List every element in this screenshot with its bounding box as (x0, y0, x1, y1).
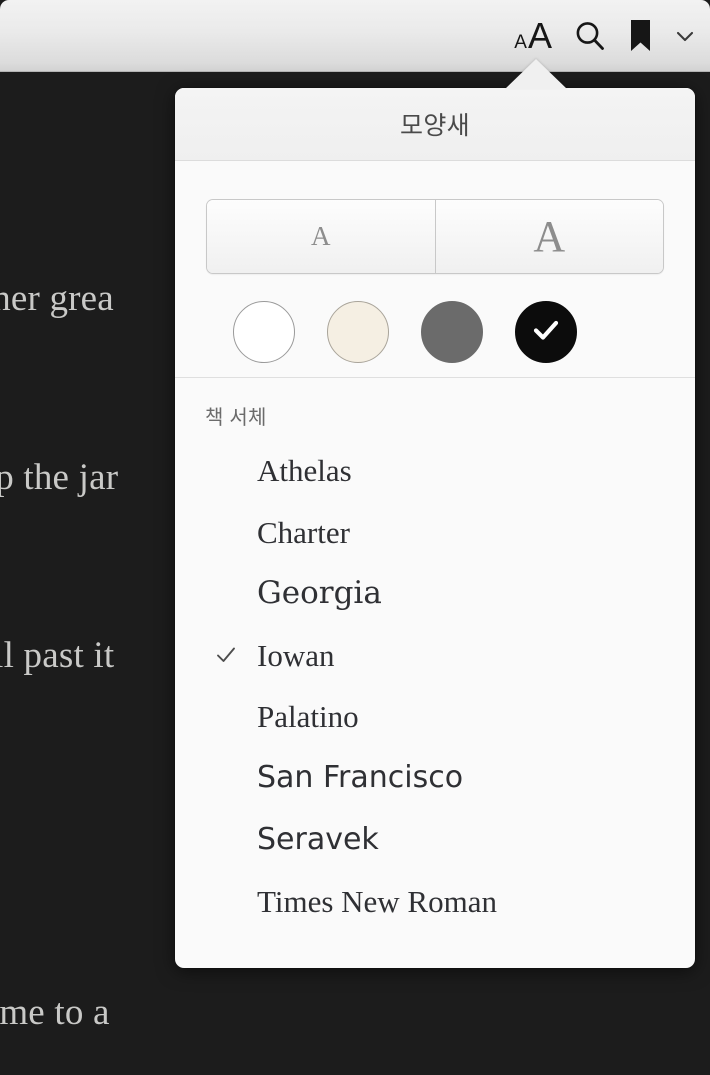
font-list-item-san-francisco[interactable]: San Francisco (175, 748, 695, 810)
popover-title: 모양새 (400, 112, 470, 140)
font-name-label: Georgia (257, 575, 382, 612)
theme-swatch-row (175, 274, 695, 366)
decrease-font-size-label: A (311, 221, 331, 251)
chevron-down-icon (674, 25, 696, 47)
font-list-item-charter[interactable]: Charter (175, 502, 695, 564)
font-size-button[interactable]: A A (514, 18, 552, 54)
font-selected-check-icon (216, 645, 236, 665)
font-name-label: Palatino (257, 699, 359, 735)
decrease-font-size-button[interactable]: A (207, 200, 435, 273)
font-name-label: Times New Roman (257, 883, 497, 919)
font-list-item-palatino[interactable]: Palatino (175, 686, 695, 748)
theme-swatch-sepia[interactable] (327, 301, 389, 363)
theme-swatch-gray[interactable] (421, 301, 483, 363)
font-name-label: San Francisco (257, 760, 464, 796)
bookmark-button[interactable] (628, 19, 653, 53)
font-name-label: Athelas (257, 453, 352, 489)
increase-font-size-button[interactable]: A (434, 200, 663, 273)
font-section-label: 책 서체 (205, 407, 267, 429)
font-list-item-athelas[interactable]: Athelas (175, 440, 695, 502)
font-name-label: Seravek (257, 821, 379, 857)
reader-toolbar: A A (0, 0, 710, 72)
font-list: Athelas Charter Georgia Iowan Palatino S… (175, 440, 695, 932)
theme-swatch-black[interactable] (515, 301, 577, 363)
increase-font-size-label: A (533, 211, 566, 261)
font-list-item-seravek[interactable]: Seravek (175, 809, 695, 871)
bookmark-icon (628, 19, 653, 53)
font-list-item-georgia[interactable]: Georgia (175, 563, 695, 625)
font-size-segmented-control: A A (206, 199, 664, 274)
appearance-popover: 모양새 A A 책 서체 Athelas Charter Georgia Iow… (175, 88, 695, 968)
theme-swatch-white[interactable] (233, 301, 295, 363)
books-reader-screen: o her grea rop the jar fell past it come… (0, 0, 710, 1075)
font-size-control-row: A A (175, 161, 695, 274)
font-size-large-a-label: A (527, 15, 552, 56)
font-name-label: Iowan (257, 637, 335, 673)
font-list-item-times-new-roman[interactable]: Times New Roman (175, 871, 695, 933)
font-name-label: Charter (257, 514, 350, 550)
reader-line: come to a (0, 992, 110, 1033)
font-list-item-iowan[interactable]: Iowan (175, 625, 695, 687)
font-size-small-a-label: A (514, 32, 527, 53)
popover-header: 모양새 (175, 88, 695, 161)
search-icon (573, 19, 607, 53)
popover-arrow (505, 59, 567, 89)
search-button[interactable] (573, 19, 607, 53)
theme-selected-check-icon (530, 314, 562, 351)
bookmark-menu-button[interactable] (674, 25, 696, 47)
